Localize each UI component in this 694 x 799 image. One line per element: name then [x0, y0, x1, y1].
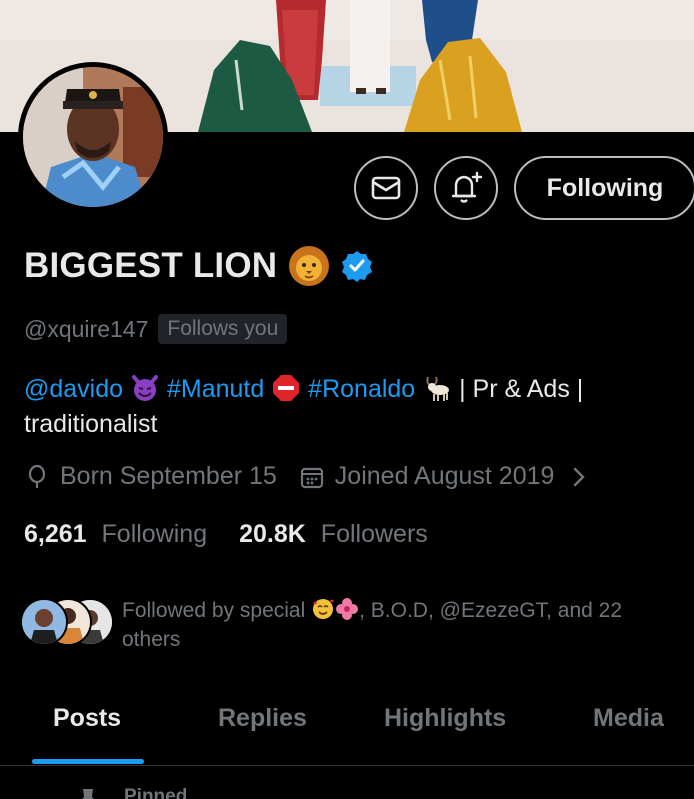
tab-replies[interactable]: Replies — [218, 704, 307, 733]
profile-meta: Born September 15 Joined August 2019 — [24, 462, 586, 491]
followers-stat[interactable]: 20.8K Followers — [239, 520, 428, 549]
verified-badge-icon[interactable] — [341, 250, 373, 282]
chevron-right-icon[interactable] — [572, 466, 586, 488]
bio-hashtag-manutd[interactable]: #Manutd — [167, 375, 264, 403]
smiling-hearts-emoji-icon — [313, 599, 335, 619]
pinned-label: Pinned — [124, 786, 188, 799]
avatar-photo — [23, 67, 163, 207]
following-count: 6,261 — [24, 520, 87, 548]
stop-sign-emoji-icon — [273, 375, 300, 401]
followers-count: 20.8K — [239, 520, 306, 548]
following-button[interactable]: Following — [514, 156, 694, 220]
tab-posts[interactable]: Posts — [53, 704, 121, 733]
profile-tabs: Posts Replies Highlights Media — [0, 690, 694, 766]
following-stat[interactable]: 6,261 Following — [24, 520, 207, 549]
message-button[interactable] — [354, 156, 418, 220]
notifications-button[interactable] — [434, 156, 498, 220]
hibiscus-emoji-icon — [336, 598, 359, 620]
goat-emoji-icon — [426, 376, 450, 401]
follow-stats: 6,261 Following 20.8K Followers — [24, 520, 428, 549]
bio-line-2: traditionalist — [24, 410, 158, 438]
lion-emoji-icon — [289, 246, 330, 286]
profile-avatar[interactable] — [18, 62, 168, 212]
mutual-avatar — [20, 598, 68, 646]
profile-bio: @davido #Manutd #Ronaldo | Pr & Ads | tr… — [24, 372, 684, 442]
active-tab-indicator — [32, 759, 144, 764]
display-name: BIGGEST LION — [24, 246, 278, 285]
followed-by-prefix: Followed by special — [122, 599, 306, 622]
tab-highlights[interactable]: Highlights — [384, 704, 506, 733]
pin-icon — [82, 789, 94, 799]
bell-plus-icon — [451, 171, 483, 203]
calendar-icon — [300, 467, 323, 488]
user-handle: @xquire147 — [24, 315, 149, 342]
envelope-icon — [371, 176, 401, 200]
bio-tail-text: | Pr & Ads | — [459, 375, 584, 403]
follows-you-badge: Follows you — [158, 314, 288, 344]
bio-hashtag-ronaldo[interactable]: #Ronaldo — [308, 375, 415, 403]
tab-media[interactable]: Media — [593, 704, 664, 733]
followed-by[interactable]: Followed by special , B.O.D, @EzezeGT, a… — [20, 596, 690, 654]
mutual-avatars — [20, 596, 120, 648]
balloon-icon — [28, 464, 46, 488]
followed-by-text: Followed by special , B.O.D, @EzezeGT, a… — [122, 596, 662, 654]
joined-text: Joined August 2019 — [334, 462, 555, 490]
pinned-indicator: Pinned — [78, 786, 187, 799]
smiling-devil-emoji-icon — [132, 375, 159, 401]
handle-row: @xquire147 Follows you — [24, 314, 288, 344]
name-row: BIGGEST LION — [24, 244, 373, 288]
bio-mention-link[interactable]: @davido — [24, 375, 123, 403]
birthday-text: Born September 15 — [60, 462, 277, 490]
followers-label: Followers — [320, 520, 428, 548]
following-label: Following — [101, 520, 208, 548]
